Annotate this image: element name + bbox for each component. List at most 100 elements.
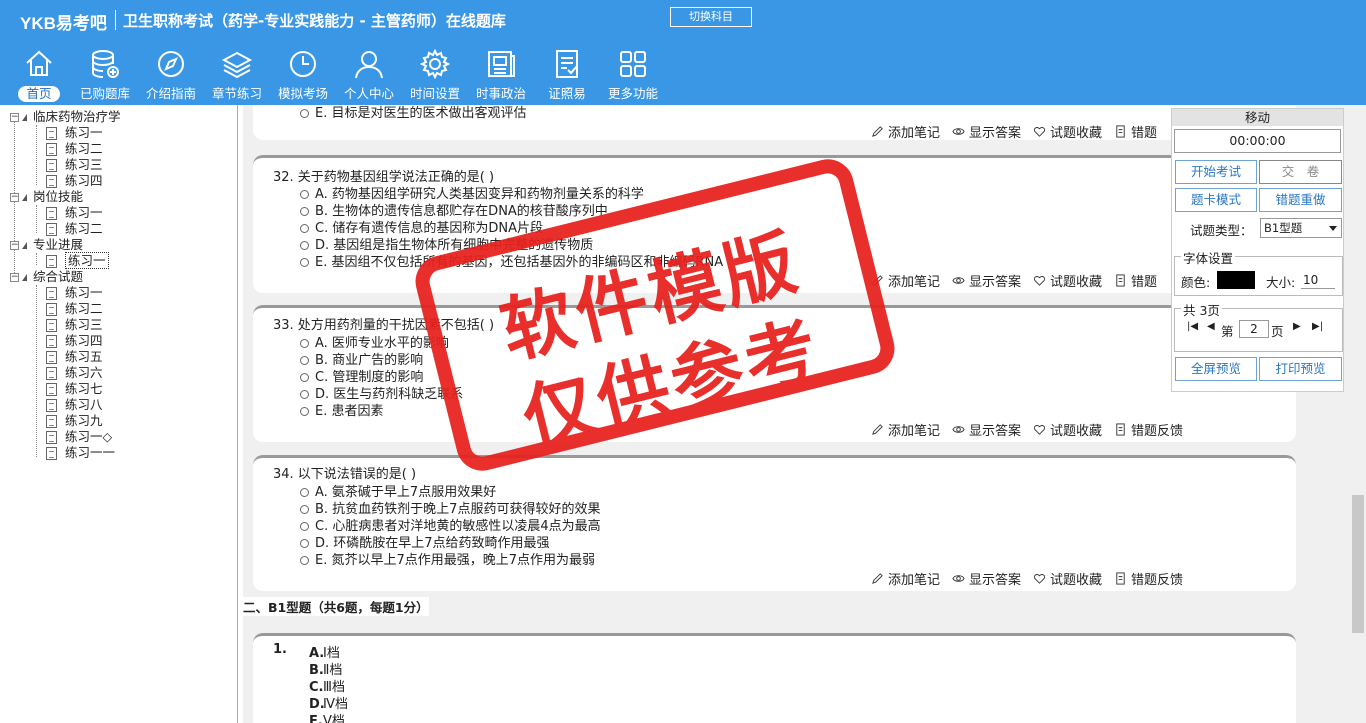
start-exam-button[interactable]: 开始考试	[1175, 160, 1257, 184]
nav-guide[interactable]: 介绍指南	[138, 48, 204, 104]
tree-item[interactable]: 练习八	[46, 397, 103, 413]
tree-item[interactable]: 练习四	[46, 333, 103, 349]
nav-current-affairs[interactable]: 时事政治	[468, 48, 534, 104]
folder-icon	[22, 194, 27, 201]
add-note-button[interactable]: 添加笔记	[871, 420, 940, 439]
eye-icon	[952, 277, 965, 284]
tree-item[interactable]: 练习一	[46, 205, 103, 221]
option-row[interactable]: E. 基因组不仅包括所有的基因，还包括基因外的非编码区和非编码RNA	[300, 251, 723, 270]
tree-item[interactable]: 练习一	[46, 125, 103, 141]
fullscreen-preview-button[interactable]: 全屏预览	[1175, 357, 1257, 381]
radio-button[interactable]	[300, 207, 309, 216]
show-answer-button[interactable]: 显示答案	[952, 420, 1021, 439]
vertical-scrollbar[interactable]	[1350, 105, 1366, 723]
tree-item[interactable]: 练习九	[46, 413, 103, 429]
first-page-icon[interactable]: |◀	[1187, 321, 1198, 332]
question-type-select[interactable]: B1型题	[1260, 218, 1342, 238]
card-mode-button[interactable]: 题卡模式	[1175, 188, 1257, 212]
last-page-icon[interactable]: ▶|	[1312, 321, 1323, 332]
tree-item[interactable]: 练习五	[46, 349, 103, 365]
tree-group-label: 综合试题	[33, 269, 84, 284]
show-answer-button[interactable]: 显示答案	[952, 569, 1021, 588]
collapse-toggle[interactable]: −	[10, 273, 19, 282]
report-button[interactable]: 错题	[1114, 122, 1157, 141]
tree-group-comprehensive[interactable]: − 综合试题	[10, 269, 83, 285]
favorite-button[interactable]: 试题收藏	[1033, 122, 1102, 141]
page-number-input[interactable]: 2	[1239, 320, 1269, 338]
submit-button[interactable]: 交 卷	[1259, 160, 1342, 184]
radio-button[interactable]	[300, 505, 309, 514]
add-note-button[interactable]: 添加笔记	[871, 271, 940, 290]
show-answer-button[interactable]: 显示答案	[952, 122, 1021, 141]
heart-icon	[1033, 276, 1046, 286]
nav-time-settings[interactable]: 时间设置	[402, 48, 468, 104]
favorite-button[interactable]: 试题收藏	[1033, 420, 1102, 439]
radio-button[interactable]	[300, 373, 309, 382]
tree-item-selected[interactable]: 练习一	[46, 252, 109, 269]
radio-button[interactable]	[300, 356, 309, 365]
news-icon	[488, 51, 515, 77]
tree-item[interactable]: 练习七	[46, 381, 103, 397]
prev-page-icon[interactable]: ◀	[1207, 321, 1215, 332]
nav-home[interactable]: 首页	[6, 48, 72, 104]
tree-group-progress[interactable]: − 专业进展	[10, 237, 83, 253]
redo-wrong-button[interactable]: 错题重做	[1259, 188, 1342, 212]
radio-button[interactable]	[300, 390, 309, 399]
collapse-toggle[interactable]: −	[10, 113, 19, 122]
radio-button[interactable]	[300, 488, 309, 497]
radio-button[interactable]	[300, 407, 309, 416]
report-icon	[1116, 423, 1125, 436]
document-icon	[46, 367, 57, 380]
nav-certificate[interactable]: 证照易	[534, 48, 600, 104]
radio-button[interactable]	[300, 109, 309, 118]
radio-button[interactable]	[300, 339, 309, 348]
radio-button[interactable]	[300, 224, 309, 233]
tree-item[interactable]: 练习一◇	[46, 429, 112, 445]
radio-button[interactable]	[300, 522, 309, 531]
add-note-button[interactable]: 添加笔记	[871, 122, 940, 141]
tree-group-clinical[interactable]: − 临床药物治疗学	[10, 109, 121, 125]
font-size-input[interactable]: 10	[1301, 271, 1335, 289]
switch-subject-button[interactable]: 切换科目	[670, 7, 752, 27]
tree-item[interactable]: 练习二	[46, 141, 103, 157]
nav-chapter-practice[interactable]: 章节练习	[204, 48, 270, 104]
document-icon	[46, 255, 57, 268]
tree-item[interactable]: 练习四	[46, 173, 103, 189]
tree-item[interactable]: 练习二	[46, 301, 103, 317]
print-preview-button[interactable]: 打印预览	[1259, 357, 1342, 381]
main-nav: 首页 已购题库 介绍指南 章节练习 模拟考场 个人中心 时间设置 时事政治 证照…	[6, 48, 666, 104]
favorite-button[interactable]: 试题收藏	[1033, 271, 1102, 290]
panel-move-handle[interactable]: 移动	[1172, 109, 1343, 126]
collapse-toggle[interactable]: −	[10, 193, 19, 202]
option-row[interactable]: E. 患者因素	[300, 400, 383, 419]
nav-personal-center[interactable]: 个人中心	[336, 48, 402, 104]
nav-purchased[interactable]: 已购题库	[72, 48, 138, 104]
radio-button[interactable]	[300, 258, 309, 267]
favorite-button[interactable]: 试题收藏	[1033, 569, 1102, 588]
show-answer-button[interactable]: 显示答案	[952, 271, 1021, 290]
report-button[interactable]: 错题反馈	[1114, 420, 1183, 439]
tree-item[interactable]: 练习二	[46, 221, 103, 237]
scrollbar-thumb[interactable]	[1352, 495, 1364, 633]
option-row[interactable]: E. 目标是对医生的医术做出客观评估	[300, 105, 526, 121]
next-page-icon[interactable]: ▶	[1293, 321, 1301, 332]
tree-item[interactable]: 练习一一	[46, 445, 115, 461]
nav-mock-exam[interactable]: 模拟考场	[270, 48, 336, 104]
radio-button[interactable]	[300, 556, 309, 565]
nav-more[interactable]: 更多功能	[600, 48, 666, 104]
tree-item[interactable]: 练习一	[46, 285, 103, 301]
tree-item[interactable]: 练习三	[46, 157, 103, 173]
radio-button[interactable]	[300, 190, 309, 199]
option-row[interactable]: E. 氮芥以早上7点作用最强，晚上7点作用为最弱	[300, 549, 595, 568]
font-color-swatch[interactable]	[1217, 271, 1255, 289]
add-note-button[interactable]: 添加笔记	[871, 569, 940, 588]
tree-item[interactable]: 练习六	[46, 365, 103, 381]
report-button[interactable]: 错题	[1114, 271, 1157, 290]
collapse-toggle[interactable]: −	[10, 241, 19, 250]
tree-group-skills[interactable]: − 岗位技能	[10, 189, 83, 205]
tree-item[interactable]: 练习三	[46, 317, 103, 333]
radio-button[interactable]	[300, 241, 309, 250]
document-icon	[46, 303, 57, 316]
report-button[interactable]: 错题反馈	[1114, 569, 1183, 588]
radio-button[interactable]	[300, 539, 309, 548]
